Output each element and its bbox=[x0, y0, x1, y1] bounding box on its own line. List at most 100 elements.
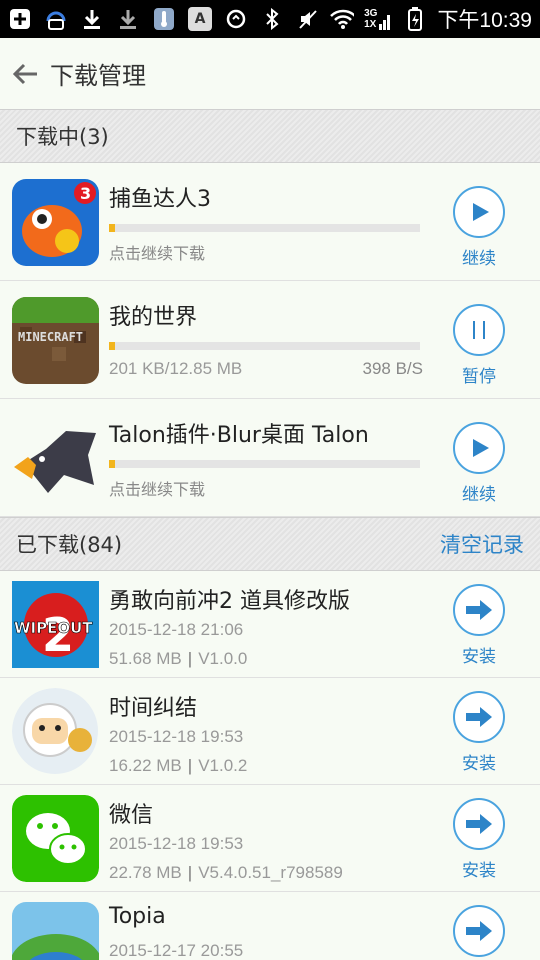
wifi-icon bbox=[330, 7, 355, 31]
arrow-right-icon bbox=[466, 814, 492, 834]
section-title-downloaded: 已下载(84) bbox=[16, 533, 123, 557]
app-version: V1.0.2 bbox=[198, 756, 248, 775]
action-circle bbox=[453, 584, 505, 636]
temperature-icon bbox=[152, 7, 176, 31]
battery-charging-icon bbox=[403, 7, 427, 31]
action-label: 安装 bbox=[462, 647, 496, 667]
arrow-right-icon bbox=[466, 707, 492, 727]
progress-fill bbox=[109, 342, 116, 350]
action-label: 安装 bbox=[462, 754, 496, 774]
size-version: 16.22 MB | V1.0.2 bbox=[109, 756, 247, 776]
progress-bar bbox=[109, 224, 420, 232]
play-icon bbox=[473, 439, 489, 457]
download-row[interactable]: Talon插件·Blur桌面 Talon 点击继续下载 继续 bbox=[0, 399, 540, 517]
download-size: 201 KB/12.85 MB bbox=[109, 359, 243, 378]
downloaded-row[interactable]: 微信 2015-12-18 19:53 22.78 MB | V5.4.0.51_r… bbox=[0, 785, 540, 892]
action-label: 继续 bbox=[462, 485, 496, 505]
back-button[interactable] bbox=[0, 38, 50, 109]
action-circle bbox=[453, 905, 505, 957]
arrow-right-icon bbox=[466, 921, 492, 941]
svg-text:WIPEOUT: WIPEOUT bbox=[14, 619, 93, 637]
download-date: 2015-12-17 20:55 bbox=[109, 941, 244, 960]
install-button[interactable] bbox=[452, 905, 506, 957]
action-label: 暂停 bbox=[462, 367, 496, 387]
section-downloaded: 已下载(84) 清空记录 bbox=[0, 517, 540, 571]
network-type2-label: 1X bbox=[364, 19, 377, 30]
download-queued-icon bbox=[116, 7, 140, 31]
file-size: 16.22 MB bbox=[109, 756, 182, 775]
install-button[interactable]: 安装 bbox=[452, 798, 506, 881]
download-speed: 398 B/S bbox=[362, 359, 424, 378]
app-icon-talon bbox=[12, 415, 99, 502]
progress-bar bbox=[109, 342, 420, 350]
app-icon-wechat bbox=[12, 795, 99, 882]
support-headset-icon bbox=[44, 7, 68, 31]
app-name: Topia bbox=[109, 904, 166, 929]
signal-indicator: 3G 1X bbox=[364, 8, 393, 30]
app-icon-time-tangle bbox=[12, 688, 99, 775]
section-downloading: 下载中(3) bbox=[0, 109, 540, 163]
add-notification-icon bbox=[8, 7, 32, 31]
app-name: 我的世界 bbox=[109, 305, 198, 330]
resume-button[interactable]: 继续 bbox=[452, 422, 506, 505]
action-circle bbox=[453, 186, 505, 238]
progress-fill bbox=[109, 460, 116, 468]
install-button[interactable]: 安装 bbox=[452, 584, 506, 667]
pause-button[interactable]: 暂停 bbox=[452, 304, 506, 387]
play-icon bbox=[473, 203, 489, 221]
app-header: 下载管理 bbox=[0, 38, 540, 109]
status-text: 点击继续下载 bbox=[109, 480, 206, 499]
size-version: 22.78 MB | V5.4.0.51_r798589 bbox=[109, 863, 343, 883]
downloaded-row[interactable]: 时间纠结 2015-12-18 19:53 16.22 MB | V1.0.2 安装 bbox=[0, 678, 540, 785]
sync-icon bbox=[224, 7, 248, 31]
size-version: 51.68 MB | V1.0.0 bbox=[109, 649, 247, 669]
status-text: 点击继续下载 bbox=[109, 244, 206, 263]
app-name: 时间纠结 bbox=[109, 696, 198, 721]
clear-history-button[interactable]: 清空记录 bbox=[440, 529, 524, 559]
action-circle bbox=[453, 798, 505, 850]
letter-a-icon: A bbox=[188, 7, 212, 31]
app-icon-fishing: 3 bbox=[12, 179, 99, 266]
clock: 下午10:39 bbox=[437, 9, 532, 32]
bluetooth-icon bbox=[260, 7, 284, 31]
status-bar: A 3G 1X 下午10:39 bbox=[0, 0, 540, 38]
downloaded-row[interactable]: 2 WIPEOUT 勇敢向前冲2 道具修改版 2015-12-18 21:06 … bbox=[0, 571, 540, 678]
app-name: Talon插件·Blur桌面 Talon bbox=[109, 423, 369, 448]
app-icon-minecraft: MINECRAFT bbox=[12, 297, 99, 384]
app-version: V1.0.0 bbox=[198, 649, 248, 668]
app-name: 微信 bbox=[109, 803, 154, 828]
app-icon-topia bbox=[12, 902, 99, 960]
action-circle bbox=[453, 304, 505, 356]
file-size: 51.68 MB bbox=[109, 649, 182, 668]
page-title: 下载管理 bbox=[50, 62, 146, 90]
app-icon-wipeout: 2 WIPEOUT bbox=[12, 581, 99, 668]
progress-bar bbox=[109, 460, 420, 468]
action-label: 安装 bbox=[462, 861, 496, 881]
download-date: 2015-12-18 21:06 bbox=[109, 620, 244, 639]
resume-button[interactable]: 继续 bbox=[452, 186, 506, 269]
app-name: 捕鱼达人3 bbox=[109, 187, 211, 212]
file-size: 22.78 MB bbox=[109, 863, 182, 882]
download-date: 2015-12-18 19:53 bbox=[109, 834, 244, 853]
arrow-right-icon bbox=[466, 600, 492, 620]
back-arrow-icon bbox=[12, 63, 37, 84]
section-title-downloading: 下载中(3) bbox=[16, 125, 109, 149]
separator: | bbox=[187, 863, 193, 882]
install-button[interactable]: 安装 bbox=[452, 691, 506, 774]
separator: | bbox=[187, 756, 193, 775]
separator: | bbox=[187, 649, 193, 668]
app-name: 勇敢向前冲2 道具修改版 bbox=[109, 589, 350, 614]
action-circle bbox=[453, 691, 505, 743]
download-date: 2015-12-18 19:53 bbox=[109, 727, 244, 746]
download-icon bbox=[80, 7, 104, 31]
mute-icon bbox=[296, 7, 320, 31]
download-row[interactable]: 3 捕鱼达人3 点击继续下载 继续 bbox=[0, 163, 540, 281]
download-row[interactable]: MINECRAFT 我的世界 201 KB/12.85 MB 398 B/S 暂… bbox=[0, 281, 540, 399]
downloaded-row[interactable]: Topia 2015-12-17 20:55 bbox=[0, 892, 540, 960]
network-type-label: 3G bbox=[364, 8, 378, 19]
action-label: 继续 bbox=[462, 249, 496, 269]
app-version: V5.4.0.51_r798589 bbox=[198, 863, 343, 882]
action-circle bbox=[453, 422, 505, 474]
signal-bars-icon bbox=[379, 15, 391, 30]
progress-fill bbox=[109, 224, 116, 232]
